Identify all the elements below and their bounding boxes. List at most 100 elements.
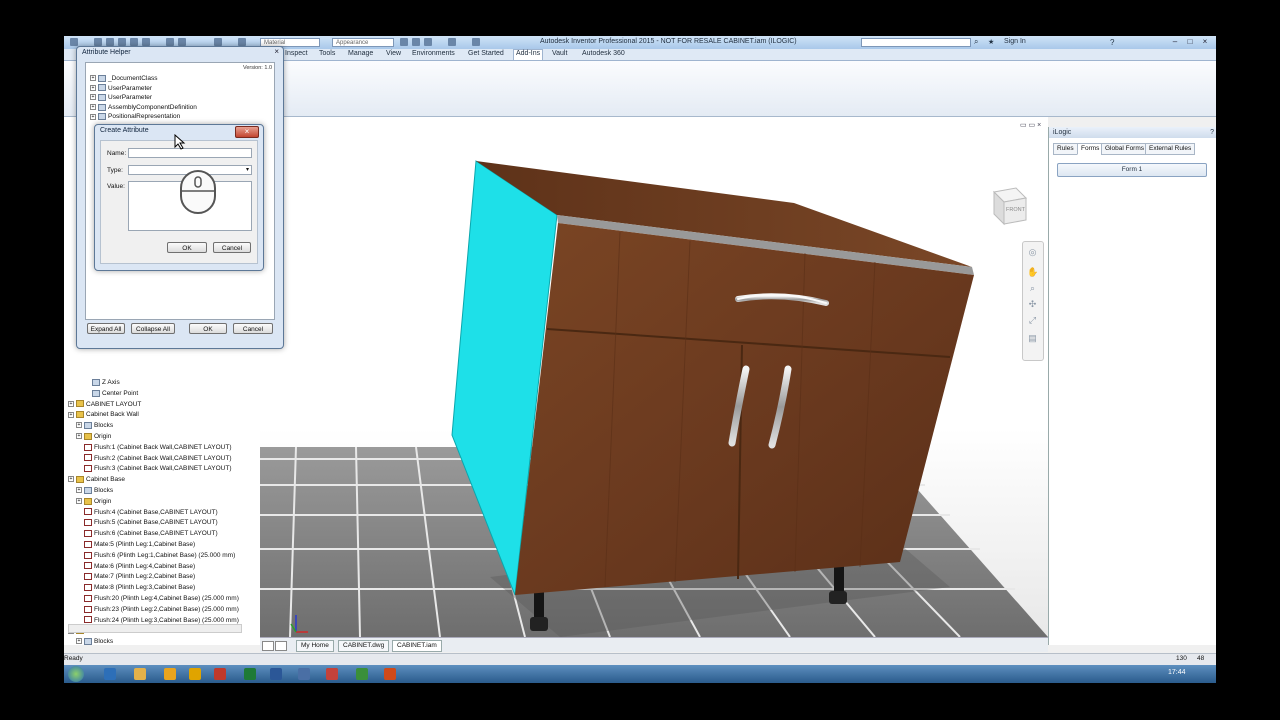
ilogic-tab-external-rules[interactable]: External Rules	[1145, 143, 1196, 155]
doc-tab-cabinet-iam[interactable]: CABINET.iam	[392, 640, 442, 652]
redo-icon[interactable]	[142, 38, 150, 46]
browser-tree-row[interactable]: Flush:23 (Plinth Leg:2,Cabinet Base) (25…	[84, 604, 239, 615]
explorer-icon[interactable]	[134, 668, 146, 680]
browser-tree-row[interactable]: + Origin	[76, 431, 111, 442]
expand-icon[interactable]: +	[76, 433, 82, 440]
search-icon[interactable]: ⌕	[974, 38, 982, 46]
steering-wheel-icon[interactable]: ◎	[1027, 248, 1038, 257]
powerpoint-icon[interactable]	[384, 668, 396, 680]
doc-tab-my-home[interactable]: My Home	[296, 640, 334, 652]
form-1-button[interactable]: Form 1	[1057, 163, 1207, 177]
browser-tree-row[interactable]: Z Axis	[92, 377, 120, 388]
star-icon[interactable]: ★	[988, 38, 994, 46]
tab-add-ins[interactable]: Add-Ins	[513, 49, 544, 60]
tab-autodesk-360[interactable]: Autodesk 360	[580, 50, 627, 57]
create-attribute-cancel-button[interactable]: Cancel	[213, 242, 251, 253]
ilogic-taskbar-icon[interactable]	[356, 668, 368, 680]
browser-tree-row[interactable]: Flush:6 (Cabinet Base,CABINET LAYOUT)	[84, 528, 218, 539]
undo-icon[interactable]	[130, 38, 138, 46]
fx-icon[interactable]	[424, 38, 432, 46]
expand-icon[interactable]: +	[76, 638, 82, 645]
browser-tree-row[interactable]: Flush:4 (Cabinet Base,CABINET LAYOUT)	[84, 507, 218, 518]
doc-tab-cabinet-dwg[interactable]: CABINET.dwg	[338, 640, 390, 652]
home-icon[interactable]	[166, 38, 174, 46]
excel-icon[interactable]	[244, 668, 256, 680]
expand-icon[interactable]: +	[68, 476, 74, 483]
adjust-icon[interactable]	[412, 38, 420, 46]
tab-get-started[interactable]: Get Started	[466, 50, 506, 57]
browser-tree-row[interactable]: + CABINET LAYOUT	[68, 399, 141, 410]
zoom-all-icon[interactable]: ⤢	[1027, 316, 1038, 325]
browser-tree-row[interactable]: Mate:5 (Plinth Leg:1,Cabinet Base)	[84, 539, 195, 550]
help-icon[interactable]: ?	[1110, 38, 1114, 47]
close-window-button[interactable]: ×	[1198, 37, 1212, 47]
chrome-icon[interactable]	[164, 668, 176, 680]
outlook-icon[interactable]	[189, 668, 201, 680]
expand-icon[interactable]: +	[76, 487, 82, 494]
search-input[interactable]	[861, 38, 971, 47]
app-menu-icon[interactable]	[70, 38, 78, 46]
ilogic-tab-global-forms[interactable]: Global Forms	[1101, 143, 1149, 155]
expand-icon[interactable]: +	[90, 84, 96, 91]
browser-tree-row[interactable]: Mate:6 (Plinth Leg:4,Cabinet Base)	[84, 561, 195, 572]
start-button[interactable]	[68, 666, 84, 682]
inventor-taskbar-icon[interactable]	[326, 668, 338, 680]
expand-icon[interactable]: +	[90, 113, 96, 120]
minimize-button[interactable]: –	[1168, 37, 1182, 47]
browser-tree-row[interactable]: Mate:8 (Plinth Leg:3,Cabinet Base)	[84, 582, 195, 593]
ie-icon[interactable]	[104, 668, 116, 680]
clear-appearance-icon[interactable]	[400, 38, 408, 46]
network-icon[interactable]	[298, 668, 310, 680]
select-icon[interactable]	[178, 38, 186, 46]
cascade-view-icon[interactable]	[275, 641, 287, 651]
browser-horizontal-scrollbar[interactable]	[68, 624, 242, 633]
browser-tree-row[interactable]: + Cabinet Back Wall	[68, 409, 139, 420]
browser-tree-row[interactable]: Center Point	[92, 388, 138, 399]
open-icon[interactable]	[106, 38, 114, 46]
tab-environments[interactable]: Environments	[410, 50, 457, 57]
pan-icon[interactable]: ✋	[1027, 268, 1038, 277]
browser-tree-row[interactable]: Flush:2 (Cabinet Back Wall,CABINET LAYOU…	[84, 453, 232, 464]
browser-tree-row[interactable]: Flush:1 (Cabinet Back Wall,CABINET LAYOU…	[84, 442, 232, 453]
browser-tree-row[interactable]: + Blocks	[76, 636, 113, 647]
tile-view-icon[interactable]	[262, 641, 274, 651]
expand-all-button[interactable]: Expand All	[87, 323, 125, 334]
tab-view[interactable]: View	[384, 50, 403, 57]
ilogic-tab-rules[interactable]: Rules	[1053, 143, 1078, 155]
tab-inspect[interactable]: Inspect	[283, 50, 310, 57]
browser-tree-row[interactable]: Flush:3 (Cabinet Back Wall,CABINET LAYOU…	[84, 463, 232, 474]
tab-vault[interactable]: Vault	[550, 50, 569, 57]
name-field[interactable]	[128, 148, 252, 158]
expand-icon[interactable]: +	[76, 498, 82, 505]
expand-icon[interactable]: +	[90, 94, 96, 101]
browser-tree-row[interactable]: Flush:6 (Plinth Leg:1,Cabinet Base) (25.…	[84, 550, 235, 561]
collapse-all-button[interactable]: Collapse All	[131, 323, 175, 334]
attribute-helper-ok-button[interactable]: OK	[189, 323, 227, 334]
orbit-icon[interactable]: ✣	[1027, 300, 1038, 309]
zoom-icon[interactable]: ⌕	[1027, 284, 1038, 293]
browser-tree-row[interactable]: + Blocks	[76, 485, 113, 496]
update-icon[interactable]	[214, 38, 222, 46]
look-at-icon[interactable]: ▤	[1027, 334, 1038, 343]
attribute-helper-close-icon[interactable]: ×	[274, 47, 279, 56]
expand-icon[interactable]: +	[68, 411, 74, 418]
browser-tree-row[interactable]: + Blocks	[76, 420, 113, 431]
ilogic-help-icon[interactable]: ?	[1210, 127, 1214, 138]
expand-icon[interactable]: +	[90, 104, 96, 111]
new-icon[interactable]	[94, 38, 102, 46]
word-icon[interactable]	[270, 668, 282, 680]
access-icon[interactable]	[214, 668, 226, 680]
ilogic-tab-forms[interactable]: Forms	[1077, 143, 1104, 155]
parameters-icon[interactable]	[448, 38, 456, 46]
browser-tree-row[interactable]: Mate:7 (Plinth Leg:2,Cabinet Base)	[84, 571, 195, 582]
browser-tree-row[interactable]: Flush:20 (Plinth Leg:4,Cabinet Base) (25…	[84, 593, 239, 604]
browser-tree-row[interactable]: + Origin	[76, 496, 111, 507]
sign-in-link[interactable]: Sign In	[1004, 38, 1026, 45]
maximize-button[interactable]: □	[1183, 37, 1197, 47]
appearance-combo[interactable]: Appearance	[332, 38, 394, 47]
viewport-window-controls[interactable]: ▭ ▭ ×	[1020, 121, 1041, 129]
expand-icon[interactable]: +	[76, 422, 82, 429]
tab-tools[interactable]: Tools	[317, 50, 337, 57]
tab-manage[interactable]: Manage	[346, 50, 375, 57]
attribute-helper-cancel-button[interactable]: Cancel	[233, 323, 273, 334]
